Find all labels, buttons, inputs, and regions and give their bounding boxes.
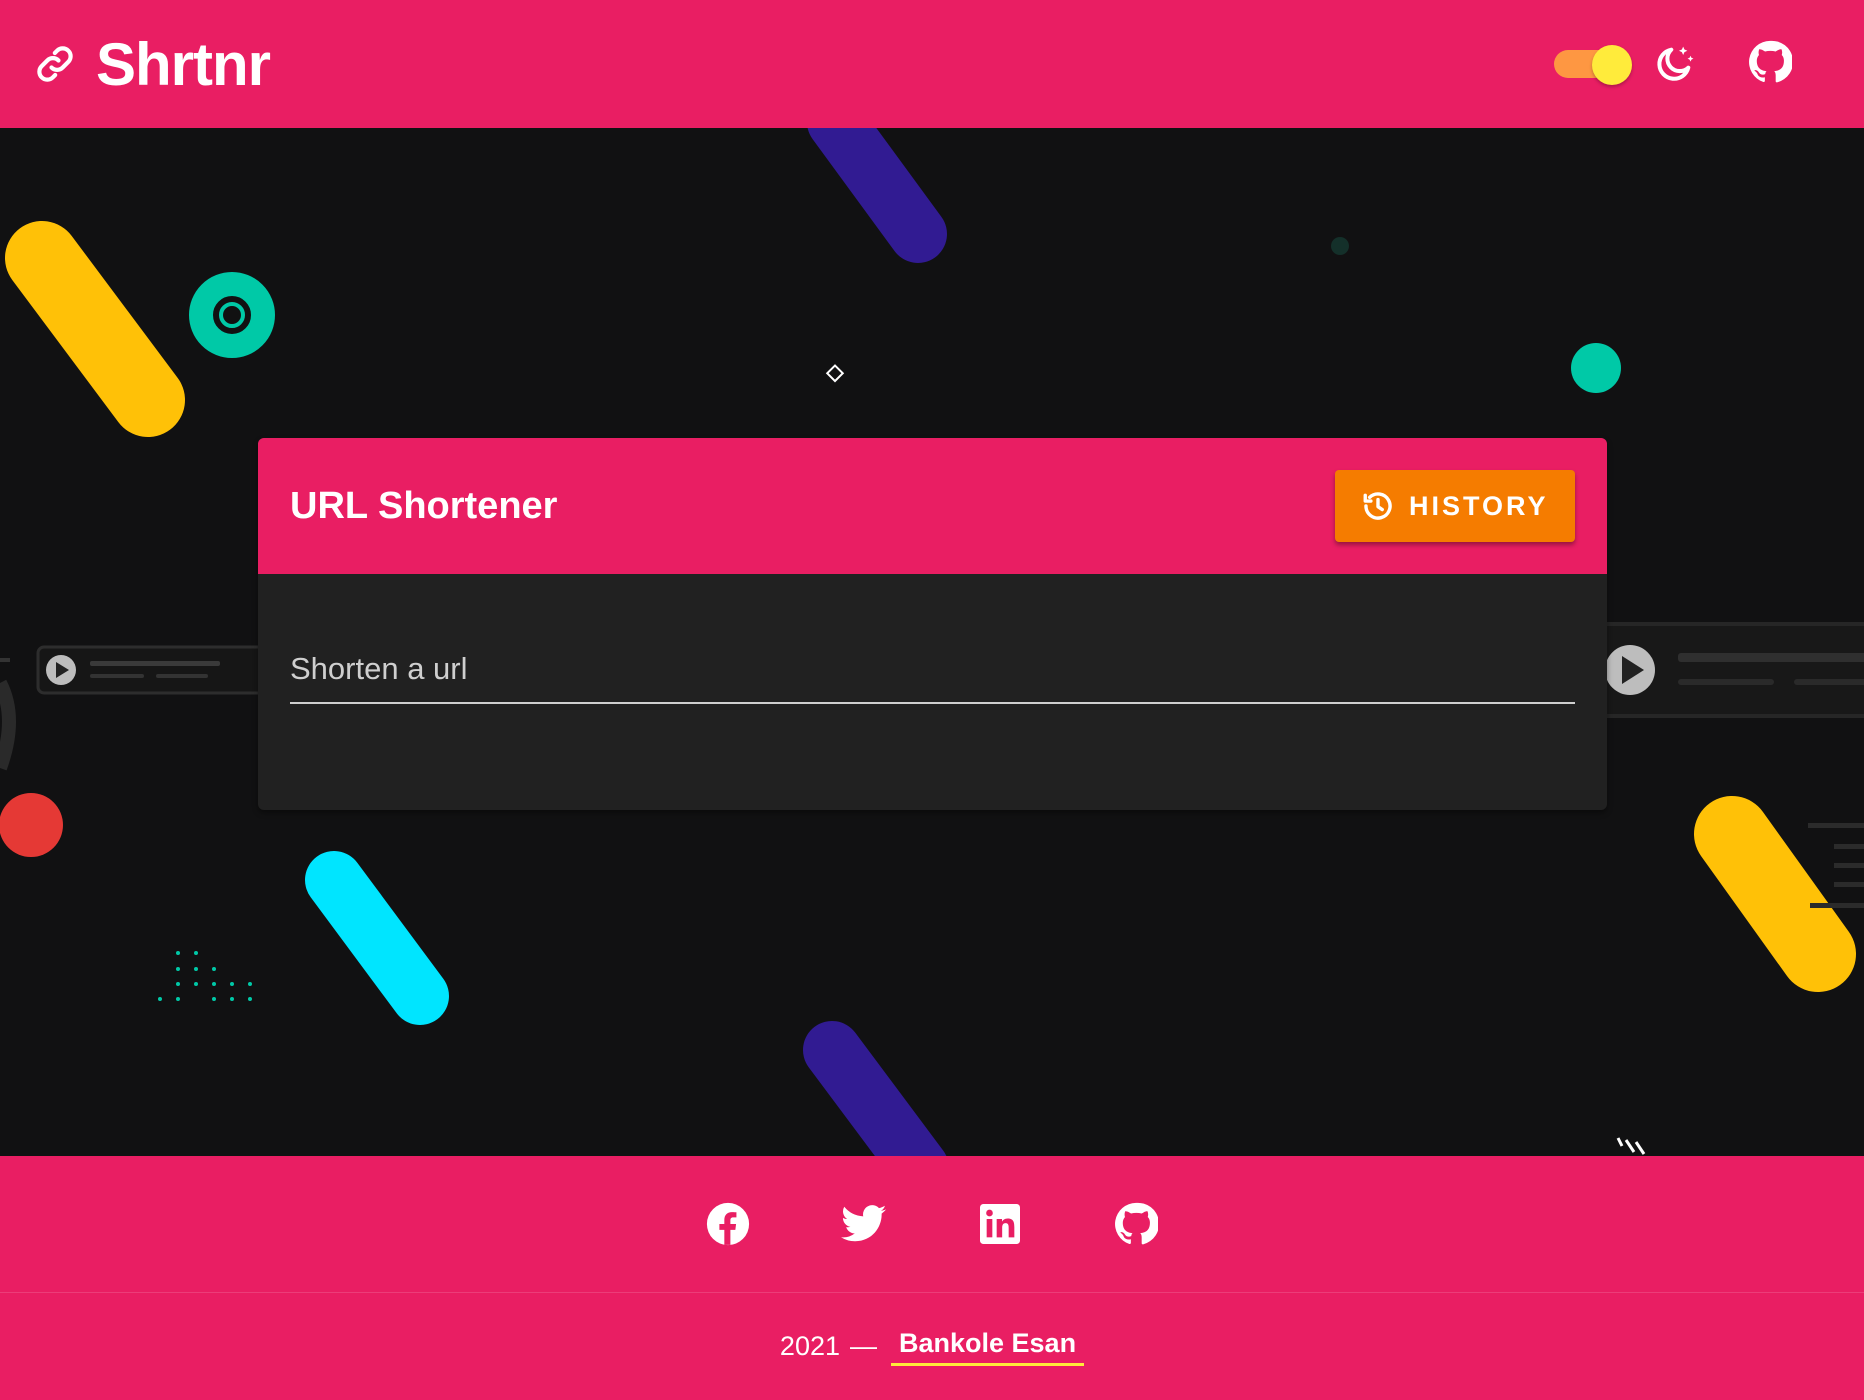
credit-year: 2021 — [779, 1331, 840, 1361]
header-actions — [1550, 0, 1796, 128]
social-links — [0, 1156, 1864, 1292]
linkedin-icon — [980, 1203, 1020, 1249]
shorten-url-input[interactable] — [290, 644, 1575, 704]
app-header: Shrtnr — [0, 0, 1864, 128]
credit-dash: — — [850, 1331, 877, 1361]
facebook-link[interactable] — [699, 1197, 757, 1255]
history-button-label: HISTORY — [1409, 490, 1549, 521]
yellow-pill-shape — [5, 221, 185, 437]
teal-dot-shape — [1571, 343, 1621, 393]
moon-stars-icon — [1652, 42, 1696, 86]
github-icon — [1114, 1202, 1160, 1251]
teal-ring-shape — [189, 272, 275, 358]
theme-toggle[interactable] — [1550, 32, 1632, 96]
toggle-thumb — [1592, 45, 1632, 85]
twitter-link[interactable] — [835, 1197, 893, 1255]
card-header: URL Shortener HISTORY — [258, 438, 1607, 574]
history-button[interactable]: HISTORY — [1335, 470, 1575, 542]
github-link[interactable] — [1107, 1197, 1165, 1255]
card-title: URL Shortener — [290, 484, 558, 527]
header-github-button[interactable] — [1744, 38, 1796, 90]
purple-pill-shape — [807, 128, 947, 263]
github-icon — [1748, 40, 1794, 89]
yellow-pill-right-shape — [1694, 796, 1856, 992]
facebook-icon — [706, 1202, 750, 1251]
brand-link[interactable]: Shrtnr — [34, 30, 271, 99]
diamond-shape — [825, 364, 845, 383]
dot-grid-shape — [158, 951, 252, 1001]
linkedin-link[interactable] — [971, 1197, 1029, 1255]
twitter-icon — [841, 1204, 887, 1249]
footer-credit: 2021 — Bankole Esan — [0, 1293, 1864, 1400]
card-body — [258, 574, 1607, 704]
dim-dot-shape — [1331, 237, 1349, 255]
cyan-pill-shape — [305, 851, 449, 1025]
url-shortener-card: URL Shortener HISTORY — [258, 438, 1607, 810]
brand-title: Shrtnr — [96, 30, 271, 98]
author-link[interactable]: Bankole Esan — [891, 1328, 1085, 1366]
purple-pill-bottom-shape — [803, 1021, 947, 1156]
red-dot-shape — [0, 793, 63, 857]
history-icon — [1361, 489, 1395, 523]
app-footer: 2021 — Bankole Esan — [0, 1156, 1864, 1400]
link-icon — [34, 43, 76, 85]
